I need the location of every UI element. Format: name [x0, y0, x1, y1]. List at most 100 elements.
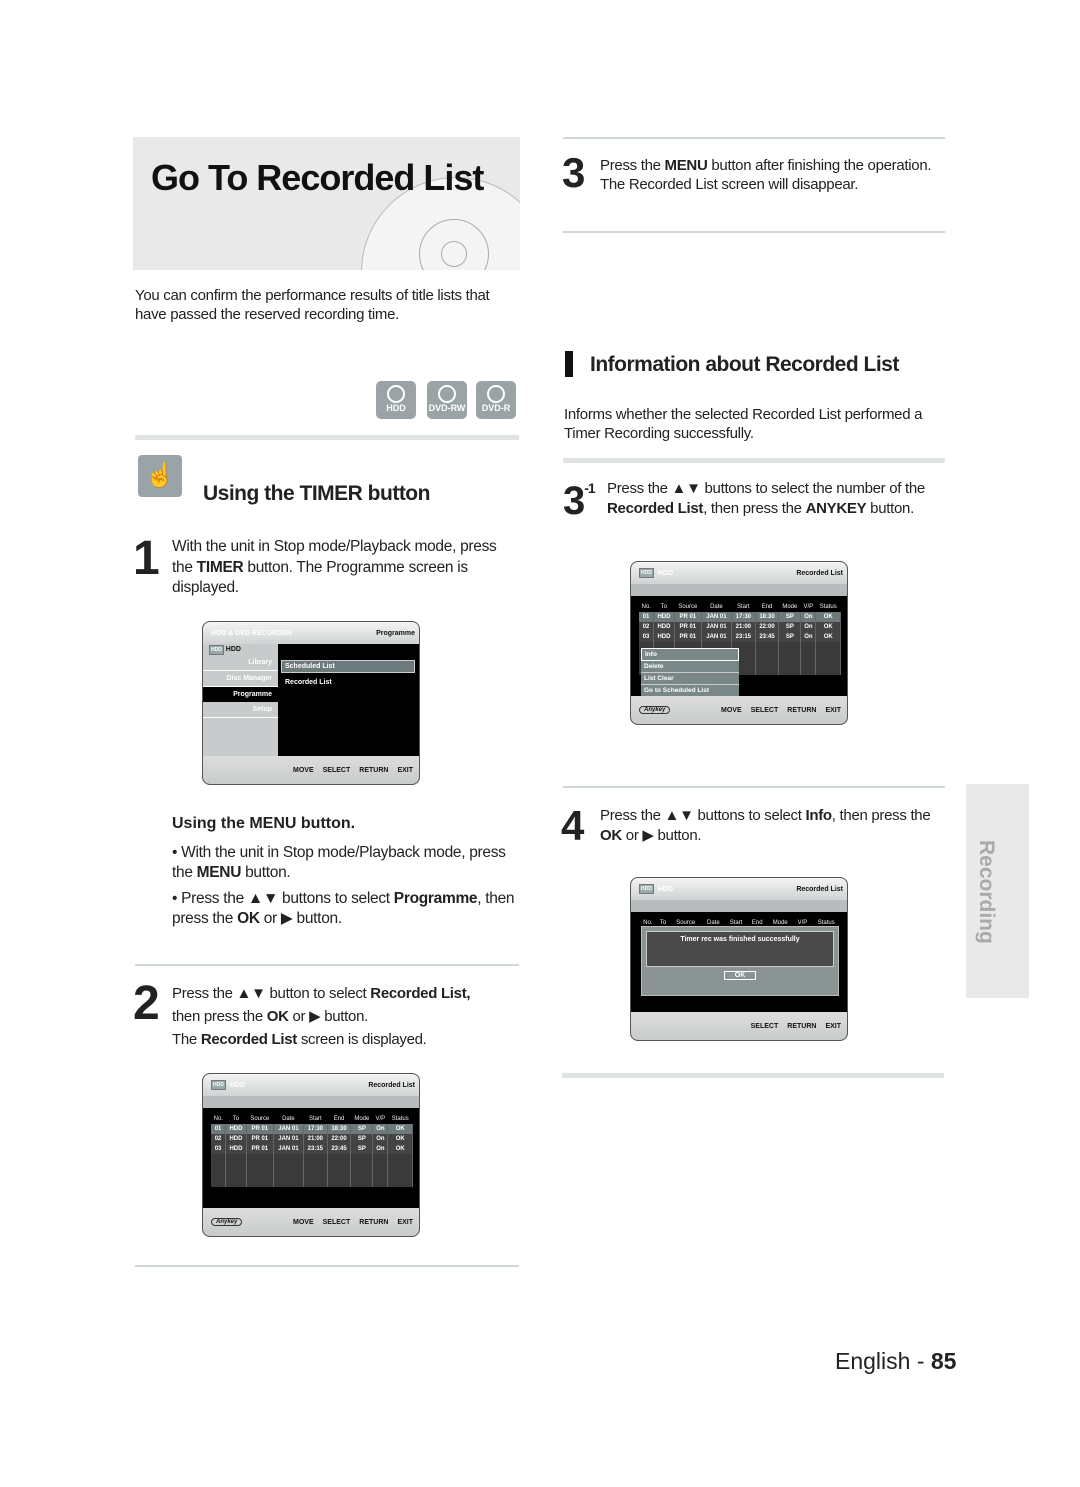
anykey-icon: Anykey	[639, 706, 671, 714]
table-cell: On	[372, 1144, 389, 1154]
column-header: No.	[641, 604, 651, 610]
menu-library[interactable]: Library	[203, 655, 278, 671]
divider	[563, 231, 945, 233]
column-header: V/P	[375, 1116, 386, 1122]
menu-disc-manager[interactable]: Disc Manager	[203, 671, 278, 687]
step3-text: Press the MENU button after finishing th…	[600, 157, 932, 193]
column-header: Mode	[782, 604, 798, 610]
table-cell: 23:15	[303, 1144, 328, 1154]
table-cell: OK	[387, 1124, 413, 1134]
step-number: 3	[562, 149, 585, 196]
table-cell: HDD	[225, 1134, 247, 1144]
divider	[563, 458, 945, 463]
table-cell: PR 01	[246, 1144, 274, 1154]
page-title: Go To Recorded List	[151, 157, 484, 198]
column-header: To	[232, 1116, 240, 1122]
hand-icon: ☝	[138, 455, 182, 497]
table-cell: HDD	[653, 622, 675, 632]
column-header: Date	[710, 604, 723, 610]
table-cell: HDD	[653, 632, 675, 642]
popup-item[interactable]: Delete	[641, 661, 739, 673]
table-cell: PR 01	[246, 1124, 274, 1134]
ok-button[interactable]: OK	[724, 971, 756, 980]
info-description: Informs whether the selected Recorded Li…	[564, 406, 923, 442]
column-header: Status	[391, 1116, 409, 1122]
table-cell: JAN 01	[273, 1124, 305, 1134]
table-row[interactable]: 01 HDD PR 01 JAN 01 17:30 18:30 SP On OK	[639, 612, 841, 622]
column-header: V/P	[803, 604, 814, 610]
table-cell: JAN 01	[701, 612, 733, 622]
column-header: To	[660, 604, 668, 610]
table-cell: On	[800, 612, 817, 622]
divider	[562, 1073, 944, 1078]
divider	[563, 786, 945, 788]
popup-item[interactable]: List Clear	[641, 673, 739, 685]
table-cell: OK	[815, 632, 841, 642]
step4-text: Press the ▲▼ buttons to select Info, the…	[600, 807, 931, 844]
table-cell: 01	[639, 612, 655, 622]
step3-1-text: Press the ▲▼ buttons to select the numbe…	[607, 480, 925, 517]
column-header: Date	[282, 1116, 295, 1122]
table-cell: PR 01	[674, 622, 702, 632]
table-cell: HDD	[225, 1144, 247, 1154]
table-cell: SP	[778, 622, 802, 632]
table-cell: On	[800, 632, 817, 642]
table-cell: PR 01	[674, 612, 702, 622]
footer-hint: RETURN	[359, 1218, 389, 1226]
table-cell: SP	[778, 632, 802, 642]
table-row[interactable]: 02 HDD PR 01 JAN 01 21:00 22:00 SP On OK	[211, 1134, 413, 1144]
timer-section-title: Using the TIMER button	[203, 482, 430, 505]
step2-text: Press the ▲▼ button to select Recorded L…	[172, 985, 471, 1048]
column-header: No.	[213, 1116, 223, 1122]
submenu-scheduled-list[interactable]: Scheduled List	[281, 660, 415, 673]
step-number: 1	[133, 532, 160, 585]
table-row[interactable]: 02 HDD PR 01 JAN 01 21:00 22:00 SP On OK	[639, 622, 841, 632]
table-cell: 22:00	[755, 622, 780, 632]
table-row[interactable]: 01 HDD PR 01 JAN 01 17:30 18:30 SP On OK	[211, 1124, 413, 1134]
recorded-list-popup-screen: HDD HDD Recorded List No. To Source Date Start E…	[630, 561, 848, 725]
table-cell: 18:30	[327, 1124, 352, 1134]
table-row[interactable]: 03 HDD PR 01 JAN 01 23:15 23:45 SP On OK	[211, 1144, 413, 1154]
info-message: Timer rec was finished successfully	[646, 931, 834, 967]
table-cell: PR 01	[246, 1134, 274, 1144]
info-section-title: Information about Recorded List	[590, 353, 899, 376]
table-cell: JAN 01	[701, 632, 733, 642]
table-cell: JAN 01	[701, 622, 733, 632]
menu-bullet-1: • With the unit in Stop mode/Playback mo…	[172, 844, 506, 881]
popup-item[interactable]: Info	[641, 648, 739, 661]
column-header: Source	[250, 1116, 270, 1122]
table-cell: 23:45	[755, 632, 780, 642]
table-cell: 23:15	[731, 632, 756, 642]
recorded-list-screen: HDD HDD Recorded List No. To Source Date Start E…	[202, 1073, 420, 1237]
column-header: Mode	[354, 1116, 370, 1122]
column-header: Status	[819, 604, 837, 610]
section-marker	[565, 351, 573, 377]
footer-hint: EXIT	[397, 1218, 413, 1226]
table-cell: 23:45	[327, 1144, 352, 1154]
table-cell: SP	[350, 1144, 374, 1154]
menu-setup[interactable]: Setup	[203, 702, 278, 718]
table-cell: 03	[211, 1144, 227, 1154]
table-cell: On	[372, 1134, 389, 1144]
table-cell: OK	[815, 612, 841, 622]
table-cell: 17:30	[303, 1124, 328, 1134]
submenu-recorded-list[interactable]: Recorded List	[283, 677, 334, 688]
menu-programme[interactable]: Programme	[203, 687, 278, 702]
table-cell: 01	[211, 1124, 227, 1134]
step-number: 4	[561, 802, 584, 849]
divider	[135, 1265, 519, 1267]
table-cell: 02	[211, 1134, 227, 1144]
footer-hint: SELECT	[322, 1218, 351, 1226]
table-cell: JAN 01	[273, 1144, 305, 1154]
title-banner: Go To Recorded List	[133, 137, 520, 270]
footer-hint: MOVE	[721, 706, 742, 714]
table-cell: 21:00	[303, 1134, 328, 1144]
table-cell: SP	[350, 1134, 374, 1144]
table-cell: 03	[639, 632, 655, 642]
column-header: Source	[678, 604, 698, 610]
table-cell: SP	[350, 1124, 374, 1134]
dvd-rw-badge: DVD-RW	[427, 381, 467, 419]
divider	[135, 964, 519, 966]
table-row[interactable]: 03 HDD PR 01 JAN 01 23:15 23:45 SP On OK	[639, 632, 841, 642]
programme-screen: HDD & DVD RECORDER Programme HDD HDD Libr…	[202, 621, 420, 785]
